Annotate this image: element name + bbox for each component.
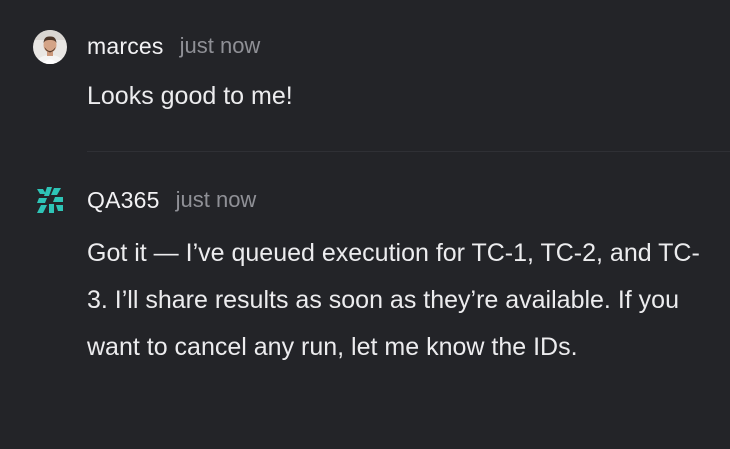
author-name[interactable]: marces (87, 33, 164, 60)
message-text: Got it — I’ve queued execution for TC-1,… (87, 239, 700, 361)
author-name[interactable]: QA365 (87, 187, 160, 214)
bot-avatar[interactable] (33, 183, 67, 217)
user-photo-avatar-icon (33, 30, 67, 64)
message-header: marces just now (87, 24, 260, 68)
user-avatar[interactable] (33, 30, 67, 64)
message-header: QA365 just now (87, 178, 256, 222)
message-feed: marces just now Looks good to me! QA365 … (0, 0, 730, 449)
qa365-logo-icon (37, 187, 63, 213)
message-divider (87, 151, 730, 152)
message-text: Looks good to me! (87, 82, 293, 110)
message-timestamp[interactable]: just now (176, 187, 257, 213)
message-timestamp[interactable]: just now (180, 33, 261, 59)
